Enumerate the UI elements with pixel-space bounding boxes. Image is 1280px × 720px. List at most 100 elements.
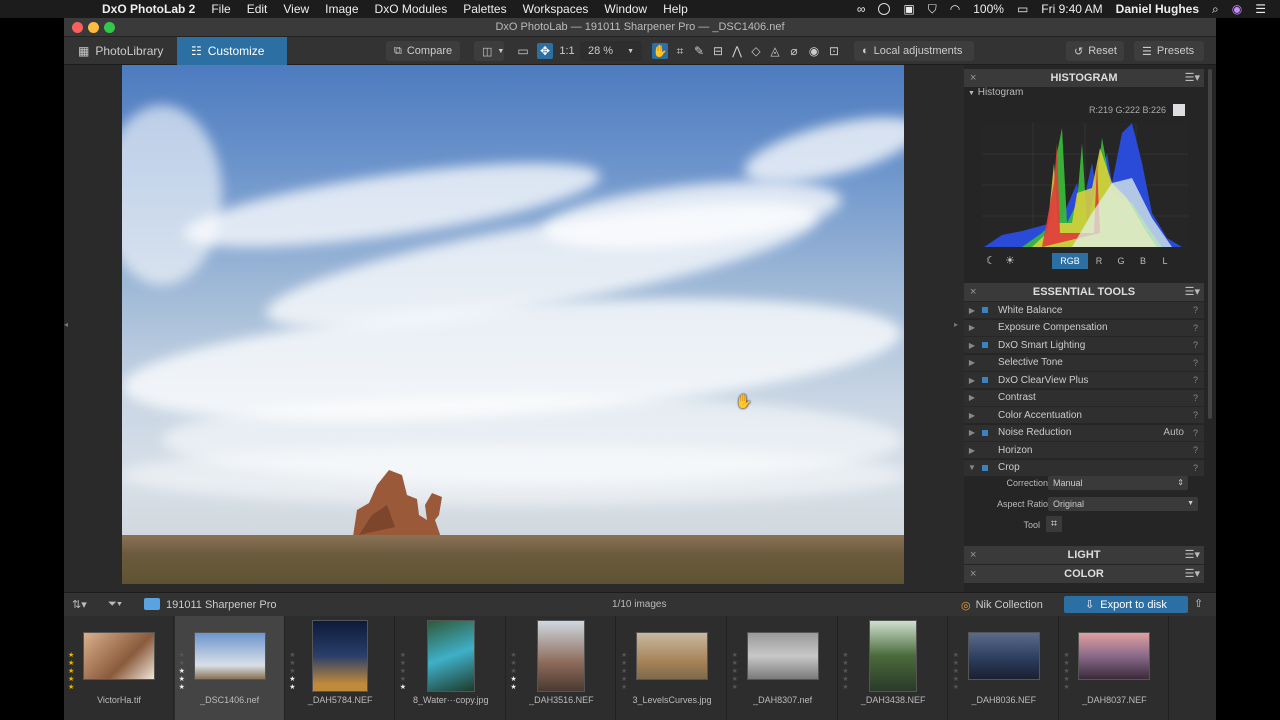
tool-enable-toggle[interactable] xyxy=(980,305,990,315)
tool-crop[interactable]: ▼ Crop? xyxy=(964,459,1204,477)
menu-edit[interactable]: Edit xyxy=(247,2,268,16)
star-icon[interactable]: ★ xyxy=(510,660,516,668)
tool-color-accentuation[interactable]: ▶ Color Accentuation? xyxy=(964,407,1204,424)
presets-button[interactable]: ☰ Presets xyxy=(1134,41,1204,61)
zoom-select[interactable]: 28 % ▼ xyxy=(580,41,642,61)
repair-tool-icon[interactable]: ⌀ xyxy=(786,43,802,59)
star-icon[interactable]: ★ xyxy=(510,652,516,660)
share-icon[interactable]: ⇧ xyxy=(1194,597,1203,610)
star-icon[interactable]: ★ xyxy=(400,668,406,676)
horizon-tool-icon[interactable]: ⊟ xyxy=(710,43,726,59)
color-palette-header[interactable]: × COLOR ☰▾ xyxy=(964,565,1204,583)
tab-customize[interactable]: ☷ Customize xyxy=(177,36,287,65)
crop-aspect-select[interactable]: Original ▼ xyxy=(1048,497,1198,511)
star-icon[interactable]: ★ xyxy=(179,652,185,660)
crop-correction-select[interactable]: Manual ⇕ xyxy=(1048,476,1188,490)
star-icon[interactable]: ★ xyxy=(842,652,848,660)
star-icon[interactable]: ★ xyxy=(953,660,959,668)
star-icon[interactable]: ★ xyxy=(179,684,185,692)
star-icon[interactable]: ★ xyxy=(510,676,516,684)
filmstrip-item[interactable]: ★ ★ ★ ★ ★ 3_LevelsCurves.jpg xyxy=(617,616,727,720)
close-window-button[interactable] xyxy=(72,22,83,33)
tool-noise-reduction[interactable]: ▶ Noise Reduction Auto? xyxy=(964,424,1204,442)
help-icon[interactable]: ? xyxy=(1193,340,1198,350)
image-viewer[interactable]: ✋ ◂ ▸ xyxy=(64,65,962,604)
tool-enable-toggle[interactable] xyxy=(980,428,990,438)
star-icon[interactable]: ★ xyxy=(732,660,738,668)
star-icon[interactable]: ★ xyxy=(68,652,74,660)
compare-button[interactable]: ⧉ Compare xyxy=(386,41,460,61)
shield-icon[interactable]: ⛉ xyxy=(928,2,937,17)
star-icon[interactable]: ★ xyxy=(1063,684,1069,692)
star-icon[interactable]: ★ xyxy=(68,668,74,676)
star-icon[interactable]: ★ xyxy=(68,676,74,684)
crop-tool-icon[interactable]: ⌗ xyxy=(1046,516,1062,532)
help-icon[interactable]: ? xyxy=(1193,323,1198,333)
mask-icon[interactable]: ⊡ xyxy=(826,43,842,59)
star-icon[interactable]: ★ xyxy=(621,660,627,668)
collapse-arrow-icon[interactable]: ▶ xyxy=(964,446,980,455)
star-icon[interactable]: ★ xyxy=(400,684,406,692)
thumbnail-image[interactable] xyxy=(967,632,1040,680)
star-icon[interactable]: ★ xyxy=(953,668,959,676)
user-name[interactable]: Daniel Hughes xyxy=(1116,2,1199,16)
tool-white-balance[interactable]: ▶ White Balance? xyxy=(964,302,1204,319)
filmstrip-item[interactable]: ★ ★ ★ ★ ★ _DSC1406.nef xyxy=(174,616,285,720)
help-icon[interactable]: ? xyxy=(1193,463,1198,473)
tool-enable-toggle[interactable] xyxy=(980,445,990,455)
close-icon[interactable]: × xyxy=(970,283,976,301)
tool-enable-toggle[interactable] xyxy=(980,410,990,420)
star-icon[interactable]: ★ xyxy=(179,668,185,676)
collapse-arrow-icon[interactable]: ▶ xyxy=(964,341,980,350)
collapse-arrow-icon[interactable]: ▶ xyxy=(964,358,980,367)
menu-dxo-modules[interactable]: DxO Modules xyxy=(375,2,448,16)
star-icon[interactable]: ★ xyxy=(1063,652,1069,660)
moon-icon[interactable]: ☾ xyxy=(986,254,996,267)
local-adjustments-button[interactable]: ◐ Local adjustments xyxy=(854,41,974,61)
filter-icon[interactable]: ⏷▾ xyxy=(108,598,122,611)
thumbnail-image[interactable] xyxy=(312,620,369,692)
expand-arrow-icon[interactable]: ▼ xyxy=(964,463,980,472)
tab-photolibrary[interactable]: ▦ PhotoLibrary xyxy=(64,37,177,65)
star-icon[interactable]: ★ xyxy=(621,668,627,676)
star-icon[interactable]: ★ xyxy=(179,660,185,668)
filmstrip-item[interactable]: ★ ★ ★ ★ ★ 8_Water···copy.jpg xyxy=(396,616,506,720)
palette-menu-icon[interactable]: ☰▾ xyxy=(1185,283,1200,301)
tool-horizon[interactable]: ▶ Horizon? xyxy=(964,442,1204,459)
tool-dxo-smart-lighting[interactable]: ▶ DxO Smart Lighting? xyxy=(964,337,1204,354)
collapse-arrow-icon[interactable]: ▶ xyxy=(964,323,980,332)
star-icon[interactable]: ★ xyxy=(400,660,406,668)
star-icon[interactable]: ★ xyxy=(621,676,627,684)
thumbnail-image[interactable] xyxy=(426,620,475,692)
star-icon[interactable]: ★ xyxy=(510,668,516,676)
star-icon[interactable]: ★ xyxy=(953,676,959,684)
filmstrip-item[interactable]: ★ ★ ★ ★ ★ _DAH3516.NEF xyxy=(506,616,617,720)
battery-level[interactable]: 100% xyxy=(973,2,1004,16)
white-balance-picker-icon[interactable]: ✎ xyxy=(691,43,707,59)
collapse-arrow-icon[interactable]: ▶ xyxy=(964,411,980,420)
sun-icon[interactable]: ☀ xyxy=(1005,254,1015,267)
close-icon[interactable]: × xyxy=(970,69,976,87)
thumbnail-image[interactable] xyxy=(537,620,586,692)
status-icon[interactable] xyxy=(878,3,891,15)
collapse-arrow-icon[interactable]: ▶ xyxy=(964,306,980,315)
panel-scrollbar[interactable] xyxy=(1208,69,1212,419)
star-icon[interactable]: ★ xyxy=(1063,676,1069,684)
star-icon[interactable]: ★ xyxy=(621,684,627,692)
thumbnail-image[interactable] xyxy=(1078,632,1151,680)
help-icon[interactable]: ? xyxy=(1193,445,1198,455)
thumbnail-image[interactable] xyxy=(869,620,918,692)
export-to-disk-button[interactable]: ⇩ Export to disk xyxy=(1064,596,1188,613)
histogram-palette-header[interactable]: × HISTOGRAM ☰▾ xyxy=(964,69,1204,87)
crop-tool-icon[interactable]: ⌗ xyxy=(672,43,688,59)
star-icon[interactable]: ★ xyxy=(732,676,738,684)
minimize-window-button[interactable] xyxy=(88,22,99,33)
siri-icon[interactable]: ◉ xyxy=(1232,2,1242,16)
right-panel-toggle-icon[interactable]: ▸ xyxy=(954,320,958,329)
tool-enable-toggle[interactable] xyxy=(980,323,990,333)
collapse-arrow-icon[interactable]: ▶ xyxy=(964,376,980,385)
thumbnail-image[interactable] xyxy=(636,632,708,680)
star-icon[interactable]: ★ xyxy=(179,676,185,684)
thumbnail-image[interactable] xyxy=(83,632,155,680)
star-icon[interactable]: ★ xyxy=(68,684,74,692)
